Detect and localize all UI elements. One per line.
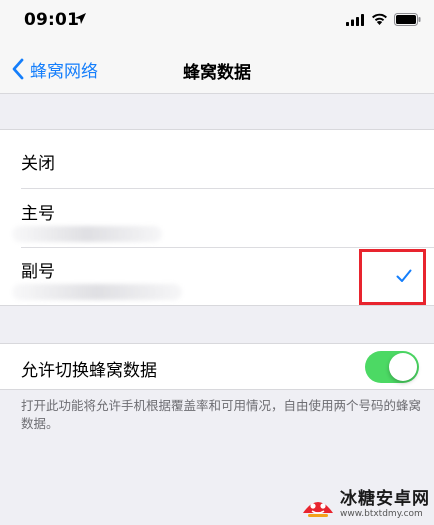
option-label: 关闭 xyxy=(21,154,55,174)
wifi-icon xyxy=(372,13,387,25)
switching-footnote: 打开此功能将允许手机根据覆盖率和可用情况，自由使用两个号码的蜂窝数据。 xyxy=(21,398,422,431)
watermark-logo-icon xyxy=(303,502,333,517)
watermark-url: www.btxtdmy.com xyxy=(340,508,423,519)
highlight-box xyxy=(359,249,426,305)
option-secondary-line[interactable]: 副号 xyxy=(0,248,434,305)
allow-switching-row: 允许切换蜂窝数据 xyxy=(0,344,434,389)
location-arrow-icon xyxy=(75,13,86,24)
page-title: 蜂窝数据 xyxy=(183,63,251,83)
sim-option-list: 关闭 主号 副号 xyxy=(0,129,434,306)
navigation-bar: 蜂窝网络 蜂窝数据 xyxy=(0,44,434,94)
option-label: 副号 xyxy=(21,262,55,282)
allow-switching-toggle[interactable] xyxy=(365,351,419,383)
battery-icon xyxy=(394,13,421,26)
cellular-signal-icon xyxy=(346,14,364,26)
data-switching-section: 允许切换蜂窝数据 xyxy=(0,343,434,390)
option-label: 主号 xyxy=(21,204,55,224)
status-bar: 09:01 xyxy=(0,0,434,44)
toggle-knob xyxy=(389,353,417,381)
option-off[interactable]: 关闭 xyxy=(0,130,434,189)
option-primary-line[interactable]: 主号 xyxy=(0,189,434,248)
status-time: 09:01 xyxy=(24,10,80,30)
blurred-phone-number xyxy=(12,284,182,300)
allow-switching-label: 允许切换蜂窝数据 xyxy=(21,361,157,381)
blurred-phone-number xyxy=(12,226,162,242)
watermark-title: 冰糖安卓网 xyxy=(340,488,430,509)
site-watermark: 冰糖安卓网 www.btxtdmy.com xyxy=(300,484,434,524)
